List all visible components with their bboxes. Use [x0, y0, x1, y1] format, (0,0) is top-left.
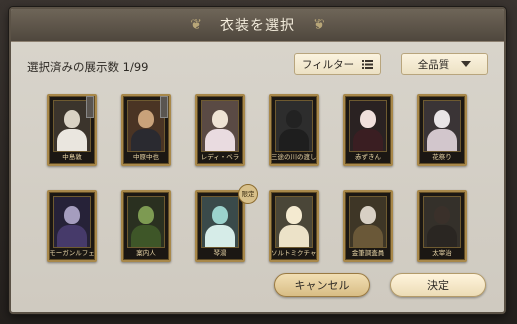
costume-card[interactable]: 琴湯 限定 — [186, 184, 260, 274]
portrait-head — [138, 206, 154, 224]
cancel-button[interactable]: キャンセル — [274, 273, 370, 297]
confirm-label: 決定 — [427, 279, 449, 292]
portrait-head — [212, 206, 228, 224]
card-frame: 中原中也 — [121, 94, 171, 166]
equipped-tag-icon — [160, 96, 168, 118]
chevron-down-icon — [461, 61, 472, 67]
character-portrait — [201, 196, 239, 248]
portrait-body — [279, 129, 309, 151]
costume-name: 花祭り — [432, 153, 452, 161]
portrait-head — [286, 110, 302, 128]
character-portrait — [349, 100, 387, 152]
character-portrait — [201, 100, 239, 152]
card-frame: 赤ずきん — [343, 94, 393, 166]
portrait-body — [57, 129, 87, 151]
equipped-tag-icon — [86, 96, 94, 118]
portrait-head — [64, 110, 80, 128]
filter-label: フィルター — [301, 58, 355, 71]
portrait-body — [131, 129, 161, 151]
costume-card[interactable]: 三途の川の渡し守 — [260, 92, 334, 178]
portrait-body — [279, 225, 309, 247]
character-portrait — [423, 100, 461, 152]
costume-name: 案内人 — [136, 249, 156, 257]
card-frame: レディ・ベラ — [195, 94, 245, 166]
portrait-body — [353, 129, 383, 151]
cancel-label: キャンセル — [294, 279, 350, 292]
dialog-title: 衣装を選択 — [220, 18, 295, 34]
portrait-head — [286, 206, 302, 224]
laurel-icon: ❦ — [313, 17, 325, 33]
selected-count-label: 選択済みの展示数 1/99 — [27, 60, 149, 74]
portrait-head — [64, 206, 80, 224]
costume-card[interactable]: 案内人 — [112, 188, 186, 274]
card-frame: 琴湯 — [195, 190, 245, 262]
portrait-body — [205, 225, 235, 247]
costume-name: 太宰治 — [432, 249, 452, 257]
costume-card[interactable]: モーガンルフェ — [38, 188, 112, 274]
portrait-body — [353, 225, 383, 247]
costume-name: ソルトミクチャル — [271, 249, 317, 257]
costume-name: 金筆調査員 — [351, 249, 385, 257]
portrait-head — [434, 206, 450, 224]
costume-select-dialog: ❦ 衣装を選択 ❦ 選択済みの展示数 1/99 フィルター 全品質 中島敦 中原中… — [9, 7, 506, 314]
limited-badge: 限定 — [238, 184, 258, 204]
character-portrait — [275, 100, 313, 152]
character-portrait — [127, 196, 165, 248]
portrait-head — [360, 110, 376, 128]
costume-name: 中島敦 — [62, 153, 82, 161]
portrait-body — [57, 225, 87, 247]
card-frame: 太宰治 — [417, 190, 467, 262]
quality-dropdown[interactable]: 全品質 — [401, 53, 488, 75]
costume-card[interactable]: ソルトミクチャル — [260, 188, 334, 274]
quality-label: 全品質 — [417, 58, 450, 71]
portrait-head — [138, 110, 154, 128]
laurel-icon: ❦ — [190, 17, 202, 33]
character-portrait — [423, 196, 461, 248]
confirm-button[interactable]: 決定 — [390, 273, 486, 297]
filter-button[interactable]: フィルター — [294, 53, 381, 75]
costume-grid: 中島敦 中原中也 レディ・ベラ 三途の川の渡し守 赤ずきん 花祭りモーガンルフェ 案内人 琴湯… — [38, 92, 482, 274]
costume-card[interactable]: 赤ずきん — [334, 92, 408, 178]
costume-name: 赤ずきん — [355, 153, 381, 161]
card-frame: 中島敦 — [47, 94, 97, 166]
card-frame: モーガンルフェ — [47, 190, 97, 262]
portrait-head — [434, 110, 450, 128]
portrait-body — [205, 129, 235, 151]
portrait-body — [427, 225, 457, 247]
costume-card[interactable]: 中島敦 — [38, 92, 112, 178]
character-portrait — [275, 196, 313, 248]
costume-name: レディ・ベラ — [200, 153, 240, 161]
costume-name: 琴湯 — [213, 249, 227, 257]
portrait-body — [131, 225, 161, 247]
costume-card[interactable]: 太宰治 — [408, 188, 482, 274]
card-frame: 花祭り — [417, 94, 467, 166]
character-portrait — [53, 196, 91, 248]
list-icon — [362, 59, 374, 69]
costume-card[interactable]: 花祭り — [408, 92, 482, 178]
costume-card[interactable]: 中原中也 — [112, 92, 186, 178]
portrait-head — [360, 206, 376, 224]
costume-name: 中原中也 — [133, 153, 159, 161]
costume-card[interactable]: 金筆調査員 — [334, 188, 408, 274]
card-frame: 案内人 — [121, 190, 171, 262]
card-frame: 三途の川の渡し守 — [269, 94, 319, 166]
portrait-head — [212, 110, 228, 128]
card-frame: 金筆調査員 — [343, 190, 393, 262]
costume-name: モーガンルフェ — [49, 249, 95, 257]
character-portrait — [349, 196, 387, 248]
portrait-body — [427, 129, 457, 151]
costume-card[interactable]: レディ・ベラ — [186, 92, 260, 178]
card-frame: ソルトミクチャル — [269, 190, 319, 262]
costume-name: 三途の川の渡し守 — [271, 153, 317, 161]
title-bar: ❦ 衣装を選択 ❦ — [11, 9, 504, 42]
